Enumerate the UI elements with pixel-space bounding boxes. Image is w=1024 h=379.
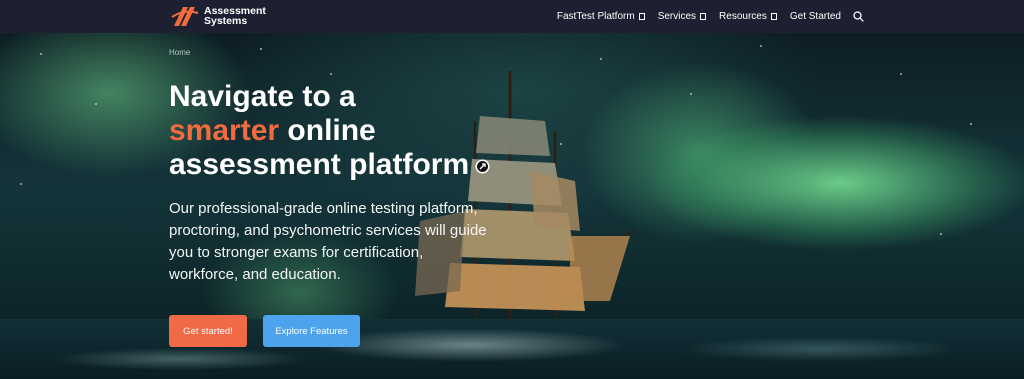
dropdown-icon bbox=[770, 13, 777, 20]
brand-logo-icon bbox=[171, 7, 199, 26]
headline-accent-word: smarter bbox=[169, 114, 280, 147]
headline-line1: Navigate to a bbox=[169, 80, 356, 113]
breadcrumb-home-link[interactable]: Home bbox=[169, 48, 190, 57]
brand-name: Assessment Systems bbox=[204, 6, 266, 27]
nav-item-label: Resources bbox=[719, 11, 767, 22]
headline-line3: assessment platform bbox=[169, 148, 470, 181]
nav-item-label: Services bbox=[657, 11, 697, 22]
headline-line2-rest: online bbox=[279, 114, 376, 147]
get-started-button[interactable]: Get started! bbox=[169, 315, 247, 347]
nav-item-label: FastTest Platform bbox=[556, 11, 635, 22]
explore-features-button[interactable]: Explore Features bbox=[263, 315, 360, 347]
hero-headline: Navigate to a smarter online assessment … bbox=[169, 80, 529, 182]
ocean-waves bbox=[0, 319, 1024, 379]
nav-item-services[interactable]: Services bbox=[657, 11, 707, 22]
top-navbar: Assessment Systems FastTest Platform Ser… bbox=[0, 0, 1024, 33]
nav-item-fasttest-platform[interactable]: FastTest Platform bbox=[557, 11, 645, 22]
hero-subtext: Our professional-grade online testing pl… bbox=[169, 200, 487, 283]
nav-item-resources[interactable]: Resources bbox=[719, 11, 777, 22]
brand-name-line2: Systems bbox=[204, 15, 248, 27]
dropdown-icon bbox=[638, 13, 645, 20]
nav-item-label: Get Started bbox=[789, 11, 841, 22]
brand-logo[interactable]: Assessment Systems bbox=[170, 5, 266, 27]
cursor-pointer-icon bbox=[475, 159, 490, 174]
breadcrumb: Home bbox=[169, 48, 190, 57]
search-icon[interactable] bbox=[853, 11, 864, 22]
dropdown-icon bbox=[700, 13, 707, 20]
main-menu: FastTest Platform Services Resources Get… bbox=[544, 0, 864, 33]
nav-item-get-started[interactable]: Get Started bbox=[790, 11, 841, 22]
